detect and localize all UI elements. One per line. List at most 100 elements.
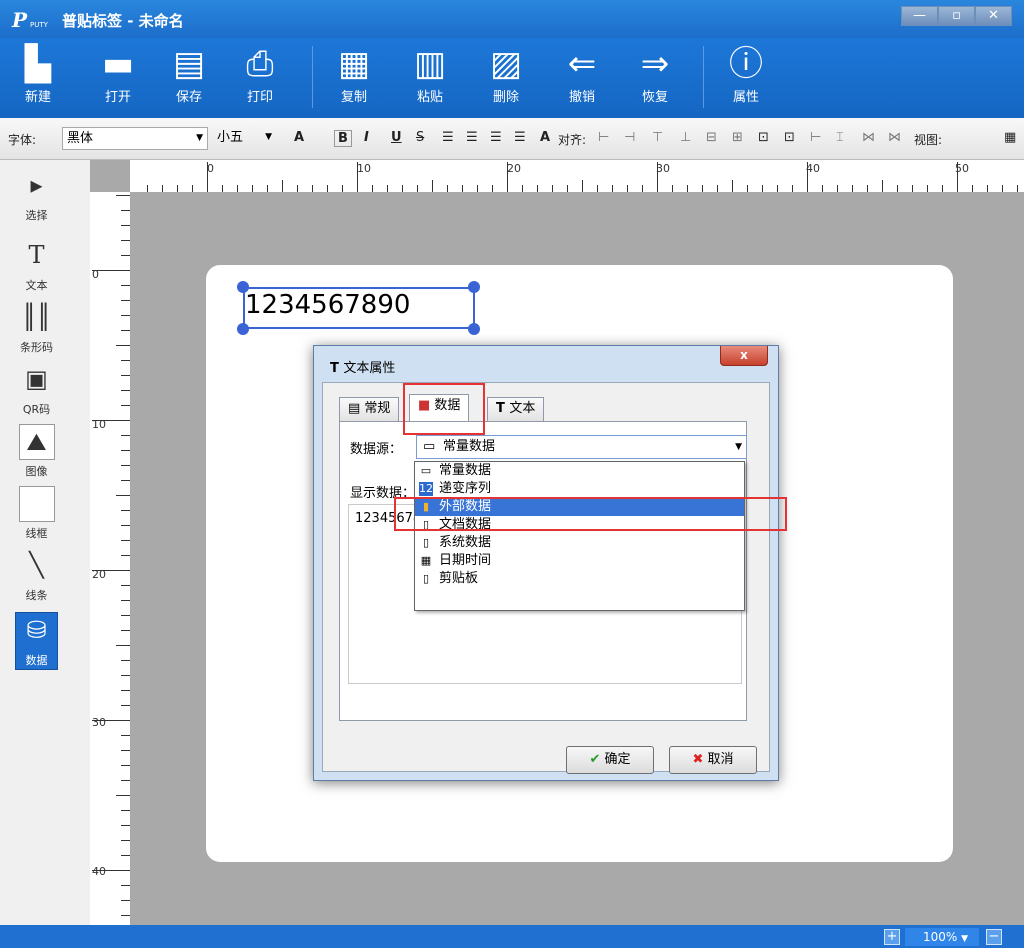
ruler-tick [121,225,130,226]
font-select[interactable]: 黑体 ▼ [62,127,208,150]
dialog-close-button[interactable]: x [720,346,768,366]
format-toolbar: 字体: 黑体 ▼ 小五 ▼ A B I U S ☰ ☰ ☰ ☰ A 对齐: ⊢ ⊣ … [0,118,1024,160]
tab-general[interactable]: ▤ 常规 [339,397,400,421]
close-icon: ✖ [692,752,708,767]
option-clipboard[interactable]: ▯ 剪贴板 [415,570,744,588]
page-center-v-icon[interactable]: ⊡ [784,130,795,145]
option-sequence[interactable]: 12 递变序列 [415,480,744,498]
minimize-button[interactable]: — [901,6,938,26]
new-button[interactable]: ▙ 新建 [12,42,64,105]
tool-qrcode[interactable]: ▣ QR码 [15,362,58,422]
align-right-icon[interactable]: ☰ [490,130,502,145]
ruler-tick [537,185,538,192]
ruler-tick [912,185,913,192]
print-label: 打印 [246,90,273,105]
ruler-tick [567,185,568,192]
distribute-h-icon[interactable]: ⊢ [810,130,821,145]
italic-icon[interactable]: I [364,130,369,145]
resize-handle[interactable] [237,323,249,335]
data-source-select[interactable]: ▭ 常量数据 ▼ [416,435,747,459]
same-width-icon[interactable]: ⋈ [862,130,875,145]
ruler-tick [121,660,130,661]
close-window-button[interactable]: ✕ [975,6,1012,26]
tab-text[interactable]: T 文本 [487,397,545,421]
folder-open-icon: ▬ [101,44,135,84]
option-constant-data[interactable]: ▭ 常量数据 [415,462,744,480]
option-system-data[interactable]: ▯ 系统数据 [415,534,744,552]
align-objects-left-icon[interactable]: ⊢ [598,130,609,145]
zoom-out-button[interactable]: − [986,929,1002,945]
tool-rectangle[interactable]: 线框 [15,486,58,546]
ruler-tick [312,185,313,192]
tool-image[interactable]: ⛰ 图像 [15,424,58,484]
tool-text[interactable]: T 文本 [15,238,58,298]
underline-icon[interactable]: U [391,130,402,145]
grow-font-icon[interactable]: A [294,130,304,145]
align-top-icon[interactable]: ⊤ [652,130,663,145]
resize-handle[interactable] [237,281,249,293]
option-label: 常量数据 [439,463,492,478]
ruler-label: 30 [92,716,106,729]
view-mode-icon[interactable]: ▦ [1004,130,1016,145]
ruler-tick [92,570,130,571]
ruler-tick [357,162,358,192]
resize-handle[interactable] [468,323,480,335]
open-button[interactable]: ▬ 打开 [92,42,144,105]
ruler-tick [121,675,130,676]
font-size-up-icon[interactable]: A [540,130,550,145]
tool-line[interactable]: ╲ 线条 [15,548,58,608]
copy-button[interactable]: ▦ 复制 [328,42,380,105]
tool-data[interactable]: ⛁ 数据 [15,612,58,670]
vertical-ruler: 0 10 20 30 40 [90,192,130,925]
tool-image-label: 图像 [25,465,48,478]
same-height-icon[interactable]: ⋈ [888,130,901,145]
ruler-tick [121,390,130,391]
highlight-data-tab [403,383,485,435]
checkmark-icon: ✔ [589,752,605,767]
align-justify-icon[interactable]: ☰ [514,130,526,145]
save-button[interactable]: ▤ 保存 [163,42,215,105]
align-objects-center-icon[interactable]: ⊣ [624,130,635,145]
monitor-icon: ▭ [420,464,432,477]
ruler-tick [121,885,130,886]
tool-select-label: 选择 [25,209,48,222]
ruler-tick [957,162,958,192]
ruler-tick [121,315,130,316]
align-left-icon[interactable]: ☰ [442,130,454,145]
page-center-h-icon[interactable]: ⊡ [758,130,769,145]
center-vertical-icon[interactable]: ⊞ [732,130,743,145]
properties-button[interactable]: ⓘ 属性 [720,42,772,105]
app-logo: P PUTY [12,8,48,32]
open-label: 打开 [104,90,131,105]
trash-icon: ▨ [489,44,523,84]
center-horizontal-icon[interactable]: ⊟ [706,130,717,145]
restore-button[interactable]: ▫ [938,6,975,26]
align-center-icon[interactable]: ☰ [466,130,478,145]
tool-barcode[interactable]: ║║ 条形码 [15,300,58,360]
distribute-v-icon[interactable]: ⌶ [836,130,844,145]
zoom-in-button[interactable]: + [884,929,900,945]
tool-select[interactable]: ▸ 选择 [15,168,58,228]
ok-button[interactable]: ✔ 确定 [566,746,654,774]
undo-button[interactable]: ⇐ 撤销 [556,42,608,105]
option-date-time[interactable]: ▦ 日期时间 [415,552,744,570]
ruler-tick [121,435,130,436]
cancel-button[interactable]: ✖ 取消 [669,746,757,774]
bold-icon[interactable]: B [334,130,352,147]
tab-text-label: 文本 [509,401,536,416]
resize-handle[interactable] [468,281,480,293]
ruler-tick [942,185,943,192]
delete-button[interactable]: ▨ 删除 [480,42,532,105]
ruler-tick [687,185,688,192]
text-icon: T [496,401,510,416]
paste-button[interactable]: ▥ 粘贴 [404,42,456,105]
ruler-tick [837,185,838,192]
redo-button[interactable]: ⇒ 恢复 [629,42,681,105]
ok-label: 确定 [604,752,631,767]
align-bottom-icon[interactable]: ⊥ [680,130,691,145]
font-size-select[interactable]: 小五 ▼ [213,127,276,150]
print-button[interactable]: ⎙ 打印 [234,42,286,105]
ruler-tick [927,185,928,192]
zoom-select[interactable]: 100% ▼ [905,928,979,946]
strikethrough-icon[interactable]: S [416,130,424,145]
